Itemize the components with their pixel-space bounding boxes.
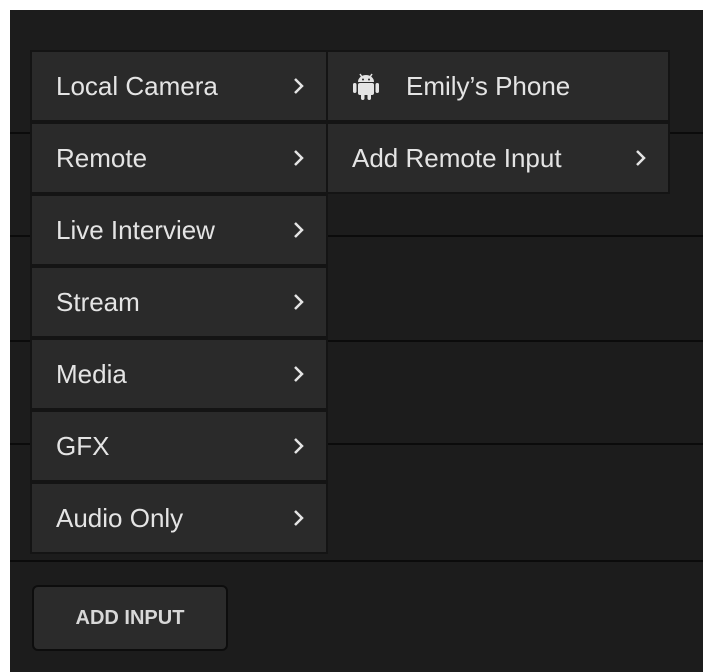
row-divider xyxy=(10,560,703,562)
chevron-right-icon xyxy=(292,291,306,313)
chevron-right-icon xyxy=(292,75,306,97)
menu-item-label: Media xyxy=(56,358,127,389)
submenu-item-add-remote-input[interactable]: Add Remote Input xyxy=(328,124,668,192)
chevron-right-icon xyxy=(292,219,306,241)
menu-item-label: Local Camera xyxy=(56,70,218,101)
chevron-right-icon xyxy=(634,147,648,169)
chevron-right-icon xyxy=(292,507,306,529)
submenu-item-emilys-phone[interactable]: Emily’s Phone xyxy=(328,52,668,120)
submenu-item-label: Emily’s Phone xyxy=(406,70,571,101)
menu-item-label: Stream xyxy=(56,286,140,317)
add-input-button[interactable]: ADD INPUT xyxy=(32,585,228,651)
menu-item-audio-only[interactable]: Audio Only xyxy=(32,484,326,552)
menu-item-stream[interactable]: Stream xyxy=(32,268,326,336)
input-type-menu: Local Camera Remote Live Interview Strea… xyxy=(30,50,328,554)
menu-item-local-camera[interactable]: Local Camera xyxy=(32,52,326,120)
menu-item-label: Audio Only xyxy=(56,502,184,533)
menu-item-label: Live Interview xyxy=(56,214,215,245)
chevron-right-icon xyxy=(292,147,306,169)
menu-item-media[interactable]: Media xyxy=(32,340,326,408)
android-icon xyxy=(352,71,380,101)
menu-item-label: GFX xyxy=(56,430,110,461)
menu-item-live-interview[interactable]: Live Interview xyxy=(32,196,326,264)
submenu-item-label: Add Remote Input xyxy=(352,142,562,173)
menu-item-remote[interactable]: Remote xyxy=(32,124,326,192)
chevron-right-icon xyxy=(292,363,306,385)
add-input-label: ADD INPUT xyxy=(75,606,185,629)
chevron-right-icon xyxy=(292,435,306,457)
menu-item-label: Remote xyxy=(56,142,148,173)
menu-item-gfx[interactable]: GFX xyxy=(32,412,326,480)
remote-submenu: Emily’s Phone Add Remote Input xyxy=(326,50,670,194)
